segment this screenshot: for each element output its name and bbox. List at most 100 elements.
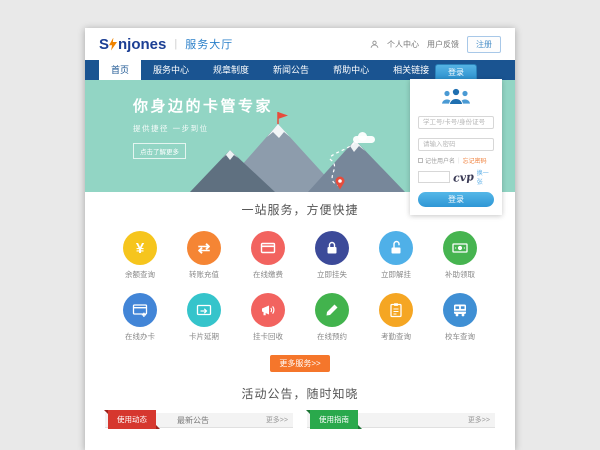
nav-item-help-center[interactable]: 帮助中心 (321, 60, 381, 80)
announcement-columns: 使用动态 最新公告 更多>> 使用指南 更多>> (85, 413, 515, 428)
right-more-link[interactable]: 更多>> (468, 413, 490, 428)
lock-icon (324, 240, 340, 256)
service-label: 立即解挂 (367, 269, 425, 280)
banknote-icon (452, 240, 468, 256)
logo-text-prefix: S (99, 36, 109, 53)
service-transfer-recharge[interactable]: ⇄ 转账充值 (175, 231, 233, 280)
username-input[interactable] (418, 116, 494, 129)
transfer-circle: ⇄ (187, 231, 221, 265)
cloud-icon (353, 136, 375, 143)
captcha-row: cvp 换一张 (418, 168, 494, 186)
service-label: 在线预约 (303, 331, 361, 342)
announcement-column-left: 使用动态 最新公告 更多>> (105, 413, 293, 428)
logo[interactable]: S njones | 服务大厅 (99, 36, 233, 53)
logo-divider: | (174, 38, 177, 50)
service-label: 校车查询 (431, 331, 489, 342)
forgot-password-link[interactable]: 忘记密码 (463, 156, 487, 165)
flag-icon (278, 112, 288, 119)
captcha-input[interactable] (418, 171, 450, 183)
service-card-return[interactable]: 挂卡回收 (239, 293, 297, 342)
service-label: 挂卡回收 (239, 331, 297, 342)
service-label: 在线办卡 (111, 331, 169, 342)
subsidy-circle (443, 231, 477, 265)
hero-text: 你身边的卡管专家 提供捷径 一步到位 点击了解更多 (133, 95, 273, 159)
service-online-payment[interactable]: 在线缴费 (239, 231, 297, 280)
login-body: 记住用户名 | 忘记密码 cvp 换一张 登录 (410, 79, 502, 215)
bus-circle (443, 293, 477, 327)
remember-row: 记住用户名 | 忘记密码 (418, 156, 494, 165)
login-tab[interactable]: 登录 (435, 64, 477, 79)
service-online-booking[interactable]: 在线预约 (303, 293, 361, 342)
service-label: 考勤查询 (367, 331, 425, 342)
yen-icon: ¥ (136, 241, 144, 256)
nav-item-service-center[interactable]: 服务中心 (141, 60, 201, 80)
services-row-2: 在线办卡 卡片延期 (85, 293, 515, 342)
refresh-captcha-link[interactable]: 换一张 (477, 168, 494, 186)
service-balance-inquiry[interactable]: ¥ 余额查询 (111, 231, 169, 280)
feedback-link[interactable]: 用户反馈 (427, 39, 459, 50)
services-section: 一站服务，方便快捷 ¥ 余额查询 ⇄ 转账充值 (85, 192, 515, 372)
service-card-extension[interactable]: 卡片延期 (175, 293, 233, 342)
header-right: 个人中心 用户反馈 注册 (370, 36, 501, 53)
payment-circle (251, 231, 285, 265)
service-subsidy[interactable]: 补助领取 (431, 231, 489, 280)
latest-announcements-tab[interactable]: 最新公告 (177, 413, 209, 428)
service-online-card[interactable]: 在线办卡 (111, 293, 169, 342)
balance-circle: ¥ (123, 231, 157, 265)
nav-item-rules[interactable]: 规章制度 (201, 60, 261, 80)
extension-circle (187, 293, 221, 327)
users-group-icon (440, 86, 472, 106)
ribbon-news-tab[interactable]: 使用动态 (108, 410, 156, 429)
hero-cta-button[interactable]: 点击了解更多 (133, 143, 186, 159)
divider: | (458, 158, 460, 164)
page: S njones | 服务大厅 个人中心 用户反馈 注册 首页 服务中心 规章制… (85, 28, 515, 450)
loss-circle (315, 231, 349, 265)
card-extend-icon (196, 302, 212, 318)
bus-icon (452, 302, 468, 318)
service-label: 余额查询 (111, 269, 169, 280)
service-label: 卡片延期 (175, 331, 233, 342)
more-services-button[interactable]: 更多服务>> (270, 355, 329, 372)
unlock-icon (388, 240, 404, 256)
services-row-1: ¥ 余额查询 ⇄ 转账充值 在线缴费 (85, 231, 515, 280)
register-button[interactable]: 注册 (467, 36, 501, 53)
service-attendance[interactable]: 考勤查询 (367, 293, 425, 342)
clipboard-icon (388, 302, 404, 318)
nav-item-news[interactable]: 新闻公告 (261, 60, 321, 80)
return-circle (251, 293, 285, 327)
service-report-loss[interactable]: 立即挂失 (303, 231, 361, 280)
left-tab-bar: 使用动态 最新公告 更多>> (105, 413, 293, 428)
transfer-arrows-icon: ⇄ (198, 241, 211, 256)
right-tab-bar: 使用指南 更多>> (307, 413, 495, 428)
lightning-icon (109, 38, 117, 51)
announcements-section: 活动公告，随时知晓 使用动态 最新公告 更多>> 使用指南 更多>> (85, 385, 515, 428)
remember-label: 记住用户名 (425, 156, 455, 165)
person-icon (370, 40, 379, 49)
announcements-title: 活动公告，随时知晓 (85, 385, 515, 402)
unfreeze-circle (379, 231, 413, 265)
service-unfreeze[interactable]: 立即解挂 (367, 231, 425, 280)
service-label: 在线缴费 (239, 269, 297, 280)
login-panel: 登录 记住用户名 | 忘记密码 cvp 换一张 (410, 64, 502, 215)
nav-item-home[interactable]: 首页 (99, 60, 141, 80)
pencil-icon (324, 302, 340, 318)
header: S njones | 服务大厅 个人中心 用户反馈 注册 (85, 28, 515, 60)
password-input[interactable] (418, 138, 494, 151)
hero-title: 你身边的卡管专家 (133, 95, 273, 116)
logo-text-suffix: njones (118, 36, 166, 53)
remember-checkbox[interactable] (418, 158, 423, 163)
left-more-link[interactable]: 更多>> (266, 413, 288, 428)
login-submit-button[interactable]: 登录 (418, 192, 494, 207)
service-school-bus[interactable]: 校车查询 (431, 293, 489, 342)
user-center-link[interactable]: 个人中心 (387, 39, 419, 50)
captcha-image: cvp (453, 170, 475, 184)
ribbon-guide-tab[interactable]: 使用指南 (310, 410, 358, 429)
megaphone-icon (260, 302, 276, 318)
attendance-circle (379, 293, 413, 327)
service-label: 转账充值 (175, 269, 233, 280)
service-label: 补助领取 (431, 269, 489, 280)
card-icon (260, 240, 276, 256)
announcement-column-right: 使用指南 更多>> (307, 413, 495, 428)
booking-circle (315, 293, 349, 327)
card-plus-icon (132, 302, 148, 318)
